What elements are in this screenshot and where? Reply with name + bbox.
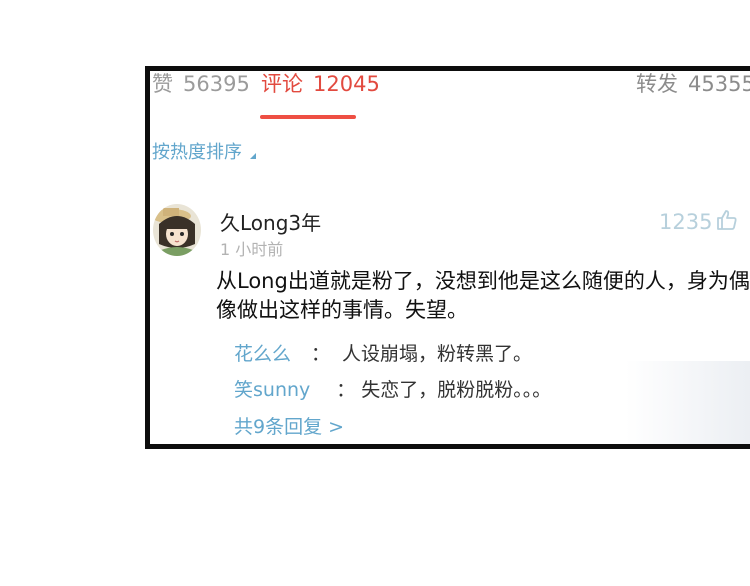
tab-reposts-label: 转发 <box>636 72 678 96</box>
comments-panel: 赞 56395 评论 12045 转发 45355 按热度排序 久Long3年 1 小… <box>145 66 750 449</box>
tab-reposts[interactable]: 转发 45355 <box>636 71 750 97</box>
thumbs-up-icon <box>715 208 739 237</box>
tab-likes[interactable]: 赞 56395 <box>152 71 250 97</box>
comment-text: 从Long出道就是粉了，没想到他是这么随便的人，身为偶像做出这样的事情。失望。 <box>216 269 750 322</box>
more-replies-link[interactable]: 共9条回复 > <box>234 412 344 439</box>
reply-colon: ： <box>336 379 356 401</box>
reply-text: 失恋了，脱粉脱粉。。。 <box>361 379 552 401</box>
sort-label: 按热度排序 <box>152 142 242 163</box>
reply-item[interactable]: 笑sunny ：失恋了，脱粉脱粉。。。 <box>234 375 551 402</box>
comment-like-count: 1235 <box>659 210 713 234</box>
comment-username[interactable]: 久Long3年 <box>220 207 321 236</box>
reply-author[interactable]: 笑sunny <box>234 379 310 401</box>
decorative-fade <box>625 361 750 444</box>
cartoon-girl-avatar-icon <box>153 204 201 256</box>
tab-comments[interactable]: 评论 12045 <box>261 71 380 97</box>
caret-icon <box>250 153 256 159</box>
reply-text: 人设崩塌，粉转黑了。 <box>342 343 533 365</box>
tab-reposts-count: 45355 <box>688 72 750 96</box>
tab-likes-label: 赞 <box>152 72 173 96</box>
comment-time: 1 小时前 <box>220 240 284 259</box>
active-tab-indicator <box>260 115 356 119</box>
tab-comments-label: 评论 <box>261 72 303 96</box>
comment-like-button[interactable]: 1235 <box>659 208 739 234</box>
sort-selector[interactable]: 按热度排序 <box>152 138 256 164</box>
tab-bar: 赞 56395 评论 12045 转发 45355 <box>150 71 750 123</box>
tab-likes-count: 56395 <box>183 72 250 96</box>
reply-author[interactable]: 花么么 <box>234 343 291 365</box>
tab-comments-count: 12045 <box>313 72 380 96</box>
avatar[interactable] <box>153 204 201 256</box>
reply-colon: ： <box>311 343 331 365</box>
reply-item[interactable]: 花么么 ： 人设崩塌，粉转黑了。 <box>234 339 532 366</box>
